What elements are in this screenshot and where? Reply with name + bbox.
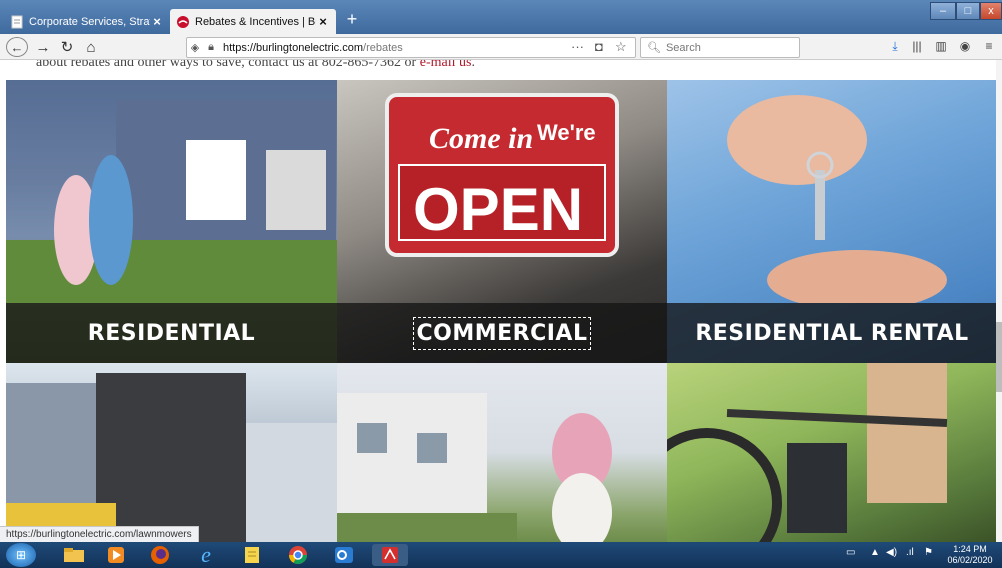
burlington-electric-favicon [176, 15, 190, 29]
search-icon: 🔍︎ [647, 42, 661, 54]
contact-intro-text: about rebates and other ways to save, co… [36, 60, 475, 71]
intro-text: about rebates and other ways to save, co… [36, 60, 420, 70]
email-us-link[interactable]: e-mail us [420, 60, 472, 70]
clock-date: 06/02/2020 [947, 555, 993, 565]
navigation-toolbar: ← → ↻ ⌂ ◈ 🔒︎ https://burlingtonelectric.… [0, 34, 1002, 60]
reload-icon[interactable]: ↻ [58, 37, 76, 57]
tile-residential-rental[interactable]: RESIDENTIAL RENTAL [667, 80, 997, 363]
close-tab-icon[interactable]: × [150, 14, 164, 29]
firefox-icon[interactable] [142, 544, 178, 566]
download-icon[interactable]: ⤓ [886, 39, 904, 54]
lock-icon: 🔒︎ [208, 41, 214, 53]
internet-explorer-icon[interactable]: e [188, 542, 224, 567]
tile-ebikes[interactable] [667, 363, 997, 542]
clock-time: 1:24 PM [953, 544, 987, 554]
house-couple-photo [6, 80, 337, 303]
search-placeholder: Search [665, 41, 701, 54]
forward-arrow-icon[interactable]: → [34, 37, 52, 57]
key-handover-photo [727, 95, 947, 303]
new-tab-button[interactable]: + [342, 9, 362, 31]
pocket-icon[interactable]: ◘ [595, 39, 603, 54]
tab-strip: Corporate Services, Strategy, Re × Rebat… [0, 0, 1002, 34]
scrollbar-thumb[interactable] [996, 322, 1002, 392]
search-input[interactable]: 🔍︎ Search [640, 37, 800, 58]
page-scrollbar[interactable] [996, 60, 1002, 542]
link-status-url: https://burlingtonelectric.com/lawnmower… [0, 526, 199, 542]
library-icon[interactable]: ||| [908, 39, 926, 53]
signal-icon[interactable]: .ıl [906, 547, 914, 558]
tab-rebates-incentives[interactable]: Rebates & Incentives | Burlingt × [170, 9, 336, 34]
chrome-icon[interactable] [280, 544, 316, 566]
open-sign-photo: Come in We're OPEN [385, 93, 619, 257]
url-path: /rebates [363, 41, 403, 54]
document-icon [10, 15, 24, 29]
bookmark-star-icon[interactable]: ☆ [615, 39, 627, 55]
tab-title: Corporate Services, Strategy, Re [29, 15, 150, 28]
ebike-photo [667, 363, 948, 542]
file-explorer-icon[interactable] [56, 544, 92, 566]
page-content: about rebates and other ways to save, co… [0, 60, 1002, 542]
tile-commercial[interactable]: Come in We're OPEN COMMERCIAL [337, 80, 667, 363]
account-icon[interactable]: ◉ [956, 39, 974, 53]
tile-label-commercial: COMMERCIAL [412, 316, 592, 350]
address-bar[interactable]: ◈ 🔒︎ https://burlingtonelectric.com/reba… [186, 37, 636, 58]
close-tab-icon[interactable]: × [316, 14, 330, 29]
notes-icon[interactable] [234, 544, 270, 566]
close-window-button[interactable]: x [980, 2, 1002, 20]
acrobat-icon[interactable] [372, 544, 408, 566]
action-center-flag-icon[interactable]: ⚑ [924, 547, 933, 558]
url-host: https://burlingtonelectric.com [223, 41, 364, 54]
back-arrow-icon[interactable]: ← [6, 37, 28, 57]
show-hidden-icons-icon[interactable]: ▲ [870, 547, 880, 558]
shield-icon: ◈ [190, 42, 200, 54]
system-clock[interactable]: 1:24 PM 06/02/2020 [944, 544, 996, 566]
start-button[interactable]: ⊞ [6, 543, 36, 567]
tile-label-residential: RESIDENTIAL [87, 320, 256, 346]
tile-label-residential-rental: RESIDENTIAL RENTAL [695, 320, 969, 346]
tile-forklifts[interactable] [6, 363, 337, 542]
svg-text:We're: We're [537, 120, 596, 145]
warehouse-forklift-photo [6, 373, 337, 542]
more-actions-icon[interactable]: ··· [571, 39, 584, 54]
outlook-icon[interactable] [326, 544, 362, 566]
home-icon[interactable]: ⌂ [82, 37, 100, 57]
svg-text:Come in: Come in [429, 122, 533, 155]
media-player-icon[interactable] [98, 544, 134, 566]
volume-icon[interactable]: ◀) [886, 547, 897, 558]
tab-corporate-services[interactable]: Corporate Services, Strategy, Re × [4, 9, 170, 34]
maximize-button[interactable]: □ [956, 2, 980, 20]
woman-lawnmower-photo [337, 393, 612, 542]
minimize-button[interactable]: – [930, 2, 956, 20]
svg-text:OPEN: OPEN [413, 176, 583, 243]
menu-icon[interactable]: ≡ [980, 39, 998, 53]
windows-taskbar: ⊞ e ▭ ▲ ◀) .ıl ⚑ 1:24 PM 06/02/2020 [0, 542, 1002, 568]
tile-residential[interactable]: RESIDENTIAL [6, 80, 337, 363]
network-tray-icon[interactable]: ▭ [846, 547, 855, 558]
intro-end: . [471, 60, 475, 70]
sidebar-icon[interactable]: ▥ [932, 39, 950, 53]
tab-title: Rebates & Incentives | Burlingt [195, 15, 316, 28]
tile-lawnmowers[interactable] [337, 363, 667, 542]
